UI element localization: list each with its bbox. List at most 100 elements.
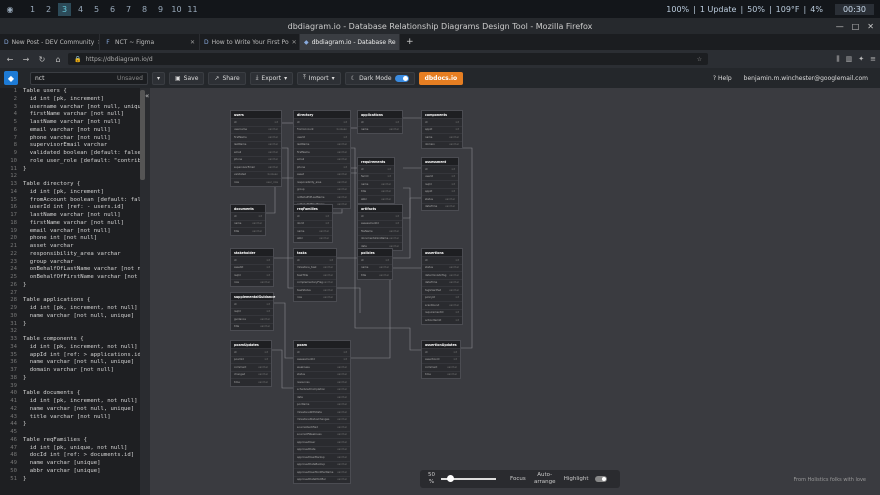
table-field[interactable]: scheduledCompletion varchar <box>294 385 350 394</box>
close-tab-icon[interactable]: ✕ <box>292 39 297 46</box>
dbdiagram-logo-icon[interactable]: ◆ <box>4 71 18 85</box>
table-header[interactable]: components <box>422 111 462 118</box>
table-field[interactable]: complementaryFlag varchar <box>294 278 336 287</box>
table-field[interactable]: sourceIdentified varchar <box>294 423 350 431</box>
table-field[interactable]: validated boolean <box>231 170 281 179</box>
table-field[interactable]: comment varchar <box>231 363 271 371</box>
table-policies[interactable]: policies id int name varchar title varchar <box>357 248 393 280</box>
table-field[interactable]: status varchar <box>422 195 458 203</box>
table-stakeholder[interactable]: stakeholder id int assetId int reqId int role va… <box>230 248 274 287</box>
table-field[interactable]: id int <box>358 256 392 264</box>
table-field[interactable]: scanRound varchar <box>422 301 462 309</box>
table-field[interactable]: requirementId int <box>422 308 462 317</box>
table-field[interactable]: email varchar <box>294 155 350 164</box>
table-field[interactable]: id int <box>294 212 332 220</box>
table-field[interactable]: status varchar <box>294 370 350 379</box>
maximize-icon[interactable]: □ <box>852 22 860 31</box>
table-field[interactable]: name varchar <box>358 180 394 188</box>
table-field[interactable]: responsibility_area varchar <box>294 178 350 186</box>
table-field[interactable]: phone int <box>294 163 350 171</box>
table-field[interactable]: username varchar <box>231 125 281 134</box>
project-name-input[interactable]: nct Unsaved <box>30 71 148 85</box>
table-tasks[interactable]: tasks id int milestone_task varchar taskTitle… <box>293 248 337 302</box>
table-field[interactable]: userId int <box>422 172 458 181</box>
table-field[interactable]: role varchar <box>231 278 273 287</box>
table-field[interactable]: weakness varchar <box>294 363 350 371</box>
table-field[interactable]: name varchar <box>422 133 462 141</box>
table-field[interactable]: reqId int <box>231 271 273 279</box>
table-components[interactable]: components id int appId int name varchar domain… <box>421 110 463 149</box>
table-field[interactable]: resources varchar <box>294 378 350 386</box>
table-field[interactable]: date varchar <box>294 393 350 401</box>
browser-tab-active[interactable]: ◆dbdiagram.io - Database Re✕ <box>300 34 400 50</box>
workspace-11[interactable]: 11 <box>186 3 199 16</box>
table-field[interactable]: milestoneWithDate varchar <box>294 408 350 416</box>
table-field[interactable]: id int <box>294 348 350 356</box>
workspace-7[interactable]: 7 <box>122 3 135 16</box>
table-field[interactable]: role user_role <box>231 178 281 186</box>
table-field[interactable]: approvedDateModifier varchar <box>294 475 350 484</box>
table-field[interactable]: lastName varchar <box>231 140 281 149</box>
table-field[interactable]: fromAccount boolean <box>294 125 350 134</box>
table-field[interactable]: pocName varchar <box>294 400 350 409</box>
table-field[interactable]: domain varchar <box>422 140 462 149</box>
table-artifacts[interactable]: artifacts id int assessmentId int fileName var… <box>357 204 403 251</box>
table-field[interactable]: docId int <box>294 219 332 228</box>
firefox-icon[interactable]: ◉ <box>3 3 17 15</box>
table-field[interactable]: name varchar <box>231 219 265 228</box>
table-field[interactable]: time varchar <box>422 370 460 379</box>
table-field[interactable]: milestoneStatusChanges varchar <box>294 415 350 424</box>
highlight-toggle[interactable] <box>594 476 607 482</box>
table-field[interactable]: id int <box>358 165 394 173</box>
table-field[interactable]: id int <box>231 118 281 126</box>
table-header[interactable]: assertions <box>422 249 462 256</box>
table-applications[interactable]: applications id int name varchar <box>357 110 403 134</box>
table-field[interactable]: assessmentId int <box>294 355 350 364</box>
table-header[interactable]: applications <box>358 111 402 118</box>
workspace-3[interactable]: 3 <box>58 2 71 16</box>
table-field[interactable]: policyId int <box>422 293 462 302</box>
table-field[interactable]: fileName varchar <box>358 227 402 235</box>
workspace-8[interactable]: 8 <box>138 3 151 16</box>
workspace-1[interactable]: 1 <box>26 3 39 16</box>
relationship-line[interactable] <box>403 187 411 219</box>
browser-tab[interactable]: F NCT ~ Figma ✕ <box>100 34 200 50</box>
table-field[interactable]: asset varchar <box>294 170 350 179</box>
close-icon[interactable]: ✕ <box>867 22 874 31</box>
table-field[interactable]: id int <box>231 212 265 220</box>
table-header[interactable]: supplementalGuidance <box>231 293 275 300</box>
table-header[interactable]: assessment <box>422 158 458 165</box>
table-field[interactable]: approvedUserModifierName varchar <box>294 468 350 476</box>
close-tab-icon[interactable]: ✕ <box>190 39 195 46</box>
dbdocs-button[interactable]: dbdocs.io <box>418 71 464 85</box>
bookmark-star-icon[interactable]: ☆ <box>697 56 702 63</box>
table-field[interactable]: title varchar <box>358 187 394 196</box>
table-header[interactable]: stakeholder <box>231 249 273 256</box>
table-field[interactable]: actionItemId int <box>422 316 462 324</box>
table-poam[interactable]: poam id int assessmentId int weakness varchar s… <box>293 340 351 484</box>
table-field[interactable]: lastName varchar <box>294 140 350 149</box>
zoom-slider[interactable] <box>441 475 496 482</box>
table-field[interactable]: title varchar <box>231 227 265 235</box>
table-field[interactable]: reqId int <box>231 307 273 316</box>
table-field[interactable]: assessmentId int <box>358 219 402 228</box>
share-button[interactable]: ↗ Share <box>208 71 246 85</box>
table-field[interactable]: title varchar <box>358 271 392 279</box>
table-header[interactable]: documents <box>231 205 265 212</box>
workspace-9[interactable]: 9 <box>154 3 167 16</box>
table-field[interactable]: userId int <box>294 133 350 141</box>
update-status[interactable]: 1 Update <box>700 5 737 14</box>
table-reqFamilies[interactable]: reqFamilies id int docId int name varchar abbr v… <box>293 204 333 243</box>
table-field[interactable]: name varchar <box>294 227 332 235</box>
table-field[interactable]: id int <box>231 256 273 264</box>
code-content[interactable]: Table users { id int [pk, increment] use… <box>23 88 145 483</box>
menu-icon[interactable]: ≡ <box>870 55 876 64</box>
table-field[interactable]: appId int <box>422 125 462 134</box>
table-field[interactable]: reqId int <box>422 180 458 188</box>
table-field[interactable]: name varchar <box>358 125 402 134</box>
workspace-2[interactable]: 2 <box>42 3 55 16</box>
table-field[interactable]: taskStatus varchar <box>294 286 336 294</box>
table-field[interactable]: famId int <box>358 172 394 181</box>
table-field[interactable]: id int <box>422 348 460 356</box>
table-header[interactable]: poam <box>294 341 350 348</box>
